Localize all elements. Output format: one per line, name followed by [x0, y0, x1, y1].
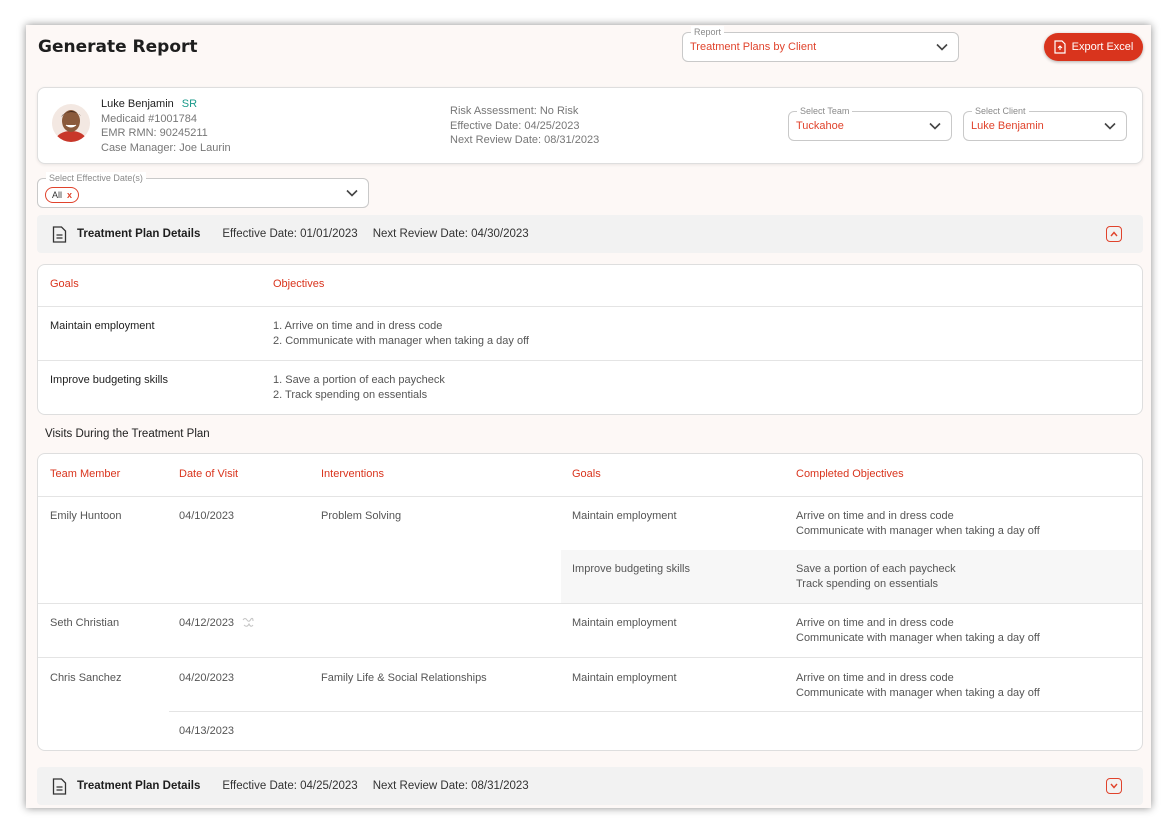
effective-dates-select[interactable]: Select Effective Date(s) All x: [37, 172, 369, 208]
completed-objectives-header: Completed Objectives: [796, 468, 904, 480]
filter-chip-all[interactable]: All x: [45, 187, 80, 203]
client-name: Luke Benjamin: [101, 98, 174, 110]
objective-line: Arrive on time and in dress code: [796, 672, 954, 684]
export-excel-label: Export Excel: [1071, 41, 1134, 53]
goal-cell: Maintain employment: [572, 617, 677, 629]
plan-effective-date: Effective Date: 04/25/2023: [222, 780, 358, 792]
expand-toggle[interactable]: [1106, 778, 1122, 794]
team-select-value: Tuckahoe: [796, 120, 844, 132]
chevron-down-icon: [346, 189, 358, 197]
page-title: Generate Report: [38, 37, 198, 57]
objectives-header: Objectives: [273, 278, 325, 290]
team-select-label: Select Team: [797, 105, 853, 117]
objective-line: 1. Arrive on time and in dress code: [273, 320, 443, 332]
objective-line: 2. Communicate with manager when taking …: [273, 335, 529, 347]
goal-cell: Improve budgeting skills: [572, 563, 691, 575]
objective-line: Communicate with manager when taking a d…: [796, 525, 1040, 537]
case-manager: Case Manager: Joe Laurin: [101, 141, 231, 154]
file-export-icon: [1054, 40, 1066, 54]
collapse-toggle[interactable]: [1106, 226, 1122, 242]
row-divider: [38, 603, 1142, 604]
report-select[interactable]: Report Treatment Plans by Client: [682, 26, 959, 62]
intervention-cell: Family Life & Social Relationships: [321, 672, 487, 684]
risk-info: Risk Assessment: No Risk Effective Date:…: [450, 104, 599, 148]
chip-remove-icon[interactable]: x: [67, 190, 72, 200]
plan-effective-date: Effective Date: 01/01/2023: [222, 228, 358, 240]
row-divider: [169, 711, 1142, 712]
visits-title: Visits During the Treatment Plan: [45, 428, 210, 440]
row-divider: [38, 496, 1142, 497]
chevron-down-icon: [936, 43, 948, 51]
goal-cell: Maintain employment: [572, 672, 677, 684]
interventions-header: Interventions: [321, 468, 384, 480]
client-info: Luke Benjamin SR Medicaid #1001784 EMR RM…: [101, 97, 231, 155]
goals-header: Goals: [572, 468, 601, 480]
client-tag: SR: [181, 98, 198, 110]
plan-title: Treatment Plan Details: [77, 780, 201, 792]
goals-table: Goals Objectives Maintain employment 1. …: [37, 264, 1143, 415]
client-select-value: Luke Benjamin: [971, 120, 1044, 132]
client-summary-card: Luke Benjamin SR Medicaid #1001784 EMR RM…: [37, 87, 1143, 164]
chevron-up-icon: [1110, 231, 1118, 237]
document-icon: [52, 225, 67, 243]
objective-line: Save a portion of each paycheck: [796, 563, 956, 575]
team-select[interactable]: Select Team Tuckahoe: [788, 105, 952, 141]
objective-line: Communicate with manager when taking a d…: [796, 687, 1040, 699]
row-divider: [38, 360, 1142, 361]
report-select-label: Report: [691, 26, 725, 38]
objective-line: 2. Track spending on essentials: [273, 389, 428, 401]
chevron-down-icon: [1110, 783, 1118, 789]
client-select[interactable]: Select Client Luke Benjamin: [963, 105, 1127, 141]
goal-cell: Improve budgeting skills: [50, 374, 169, 386]
intervention-cell: Problem Solving: [321, 510, 402, 522]
objective-line: 1. Save a portion of each paycheck: [273, 374, 445, 386]
team-member-cell: Emily Huntoon: [50, 510, 122, 522]
emr-number: EMR RMN: 90245211: [101, 127, 208, 139]
team-member-cell: Chris Sanchez: [50, 672, 122, 684]
risk-assessment: Risk Assessment: No Risk: [450, 105, 579, 117]
next-review-date: Next Review Date: 08/31/2023: [450, 134, 600, 146]
signature-icon: [242, 617, 254, 627]
effective-dates-label: Select Effective Date(s): [46, 172, 146, 184]
objective-line: Arrive on time and in dress code: [796, 617, 954, 629]
plan-title: Treatment Plan Details: [77, 228, 201, 240]
date-cell: 04/12/2023: [179, 617, 235, 629]
report-select-value: Treatment Plans by Client: [690, 41, 817, 53]
row-divider: [38, 657, 1142, 658]
effective-date: Effective Date: 04/25/2023: [450, 119, 580, 132]
treatment-plan-header[interactable]: Treatment Plan Details Effective Date: 0…: [37, 767, 1143, 805]
treatment-plan-header[interactable]: Treatment Plan Details Effective Date: 0…: [37, 215, 1143, 253]
goal-cell: Maintain employment: [572, 510, 677, 522]
client-select-label: Select Client: [972, 105, 1029, 117]
avatar: [52, 104, 90, 142]
date-cell: 04/10/2023: [179, 510, 235, 522]
export-excel-button[interactable]: Export Excel: [1044, 33, 1143, 61]
plan-review-date: Next Review Date: 04/30/2023: [372, 228, 529, 240]
plan-review-date: Next Review Date: 08/31/2023: [372, 780, 529, 792]
date-cell: 04/20/2023: [179, 672, 235, 684]
team-member-cell: Seth Christian: [50, 617, 120, 629]
objective-line: Communicate with manager when taking a d…: [796, 632, 1040, 644]
date-header: Date of Visit: [179, 468, 239, 480]
objective-line: Arrive on time and in dress code: [796, 510, 954, 522]
filter-chip-label: All: [52, 190, 63, 200]
objective-line: Track spending on essentials: [796, 578, 939, 590]
report-window: Generate Report Report Treatment Plans b…: [26, 25, 1151, 808]
goals-header: Goals: [50, 278, 79, 290]
goal-cell: Maintain employment: [50, 320, 155, 332]
team-member-header: Team Member: [50, 468, 121, 480]
visits-table: Team Member Date of Visit Interventions …: [37, 453, 1143, 751]
chevron-down-icon: [929, 122, 941, 130]
document-icon: [52, 777, 67, 795]
chevron-down-icon: [1104, 122, 1116, 130]
date-cell: 04/13/2023: [179, 725, 235, 737]
medicaid-number: Medicaid #1001784: [101, 112, 198, 125]
row-divider: [38, 306, 1142, 307]
